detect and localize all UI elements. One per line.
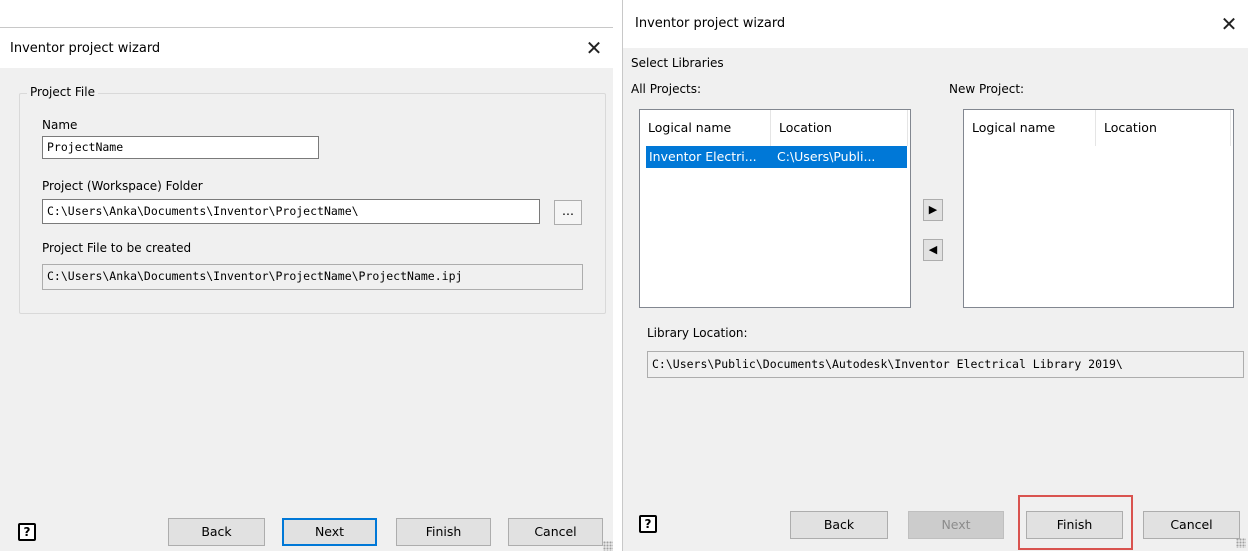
all-projects-list[interactable]: Logical name Location Inventor Electri..… (639, 109, 911, 308)
title-bar: Inventor project wizard ✕ (623, 0, 1248, 48)
library-location-label: Library Location: (647, 326, 748, 340)
project-file-group-label: Project File (27, 85, 98, 99)
help-icon[interactable]: ? (18, 523, 36, 541)
column-header-logical-name[interactable]: Logical name (964, 110, 1096, 146)
close-icon[interactable]: ✕ (579, 35, 609, 61)
move-left-button[interactable]: ◀ (923, 239, 943, 261)
next-button: Next (908, 511, 1004, 539)
close-icon[interactable]: ✕ (1214, 11, 1244, 37)
browse-folder-button[interactable]: ... (554, 200, 582, 225)
workspace-folder-input[interactable]: C:\Users\Anka\Documents\Inventor\Project… (42, 199, 540, 224)
list-item[interactable]: Inventor Electri... C:\Users\Publi... (646, 146, 907, 168)
resize-grip[interactable] (603, 541, 613, 551)
cell-logical-name: Inventor Electri... (649, 149, 757, 164)
list-header: Logical name Location (640, 110, 910, 146)
dialog-title: Inventor project wizard (635, 16, 786, 31)
new-project-list[interactable]: Logical name Location (963, 109, 1234, 308)
cancel-button[interactable]: Cancel (508, 518, 603, 546)
workspace-folder-label: Project (Workspace) Folder (42, 179, 203, 193)
new-project-label: New Project: (949, 82, 1025, 96)
resize-grip[interactable] (1236, 538, 1246, 548)
library-location-output: C:\Users\Public\Documents\Autodesk\Inven… (647, 351, 1244, 378)
back-button[interactable]: Back (168, 518, 265, 546)
screenshot-canvas: Inventor project wizard ✕ Project File N… (0, 0, 1248, 551)
project-wizard-dialog-file: Inventor project wizard ✕ Project File N… (0, 27, 613, 551)
name-label: Name (42, 118, 78, 132)
project-file-label: Project File to be created (42, 241, 192, 255)
back-button[interactable]: Back (790, 511, 888, 539)
cell-location: C:\Users\Publi... (777, 149, 876, 164)
dialog-title: Inventor project wizard (10, 41, 161, 56)
move-right-button[interactable]: ▶ (923, 199, 943, 221)
column-header-location[interactable]: Location (771, 110, 908, 146)
project-file-output: C:\Users\Anka\Documents\Inventor\Project… (42, 264, 583, 290)
finish-button-highlight (1018, 495, 1133, 550)
title-bar: Inventor project wizard ✕ (0, 28, 613, 68)
select-libraries-label: Select Libraries (631, 56, 724, 70)
list-header: Logical name Location (964, 110, 1233, 146)
help-icon[interactable]: ? (639, 515, 657, 533)
next-button[interactable]: Next (282, 518, 377, 546)
all-projects-label: All Projects: (631, 82, 702, 96)
column-header-logical-name[interactable]: Logical name (640, 110, 771, 146)
project-name-input[interactable]: ProjectName (42, 136, 319, 159)
column-header-location[interactable]: Location (1096, 110, 1231, 146)
cancel-button[interactable]: Cancel (1143, 511, 1240, 539)
project-wizard-dialog-libraries: Inventor project wizard ✕ Select Librari… (622, 0, 1248, 551)
finish-button[interactable]: Finish (396, 518, 491, 546)
